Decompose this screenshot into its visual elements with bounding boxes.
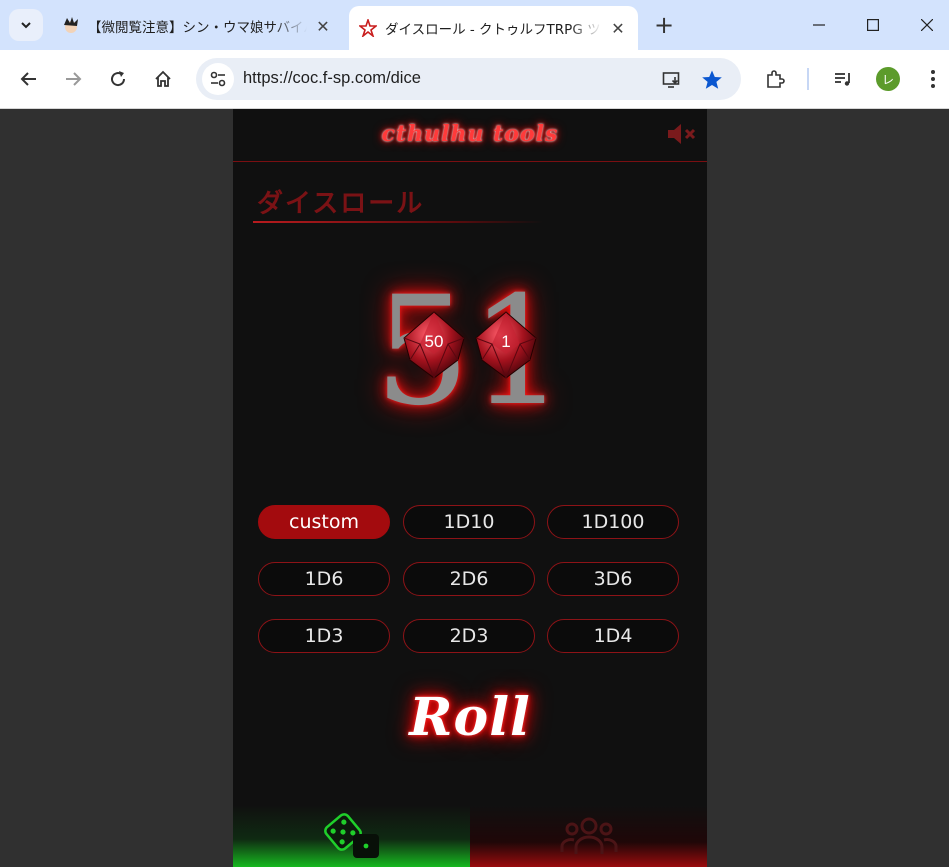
media-controls-button[interactable] xyxy=(828,64,858,94)
reload-button[interactable] xyxy=(103,64,133,94)
close-icon[interactable]: ✕ xyxy=(608,18,628,38)
chevron-down-icon xyxy=(21,22,31,29)
install-icon xyxy=(662,72,680,88)
page-title: ダイスロール xyxy=(257,189,425,219)
page-viewport: cthulhu tools ダイスロール 51 50 1 custom 1D10… xyxy=(0,109,949,867)
maximize-button[interactable] xyxy=(853,10,893,40)
tab-title: 【微閲覧注意】シン・ウマ娘サバイバル xyxy=(88,20,307,36)
back-button[interactable] xyxy=(14,64,44,94)
minimize-button[interactable] xyxy=(799,10,839,40)
tab-title: ダイスロール - クトゥルフTRPG ツール xyxy=(385,22,602,38)
address-bar[interactable]: https://coc.f-sp.com/dice xyxy=(196,58,741,100)
tab-search-button[interactable] xyxy=(9,9,43,41)
mute-button[interactable] xyxy=(665,120,699,148)
dice-button-1d3[interactable]: 1D3 xyxy=(258,619,390,653)
tab-strip: 【微閲覧注意】シン・ウマ娘サバイバル ✕ ダイスロール - クトゥルフTRPG … xyxy=(0,0,949,50)
forward-button[interactable] xyxy=(58,64,88,94)
reload-icon xyxy=(111,71,126,87)
queue-music-icon xyxy=(835,73,850,86)
d10-red-die-icon: 50 xyxy=(400,310,468,380)
dice-button-1d4[interactable]: 1D4 xyxy=(547,619,679,653)
group-icon xyxy=(560,817,617,854)
dice-button-3d6[interactable]: 3D6 xyxy=(547,562,679,596)
maximize-icon xyxy=(867,19,879,31)
dice-button-2d6[interactable]: 2D6 xyxy=(403,562,535,596)
extensions-button[interactable] xyxy=(760,64,790,94)
install-app-button[interactable] xyxy=(659,67,685,93)
menu-button[interactable] xyxy=(918,64,948,94)
home-button[interactable] xyxy=(148,64,178,94)
nav-dice-tab[interactable] xyxy=(233,805,470,867)
home-icon xyxy=(155,70,171,87)
roll-button[interactable]: Roll xyxy=(233,687,707,748)
nav-group-tab[interactable] xyxy=(470,805,707,867)
volume-mute-icon xyxy=(668,124,696,144)
dice-button-1d6[interactable]: 1D6 xyxy=(258,562,390,596)
dice-app: cthulhu tools ダイスロール 51 50 1 custom 1D10… xyxy=(233,109,707,867)
toolbar-separator xyxy=(807,68,809,90)
dice-button-1d100[interactable]: 1D100 xyxy=(547,505,679,539)
close-window-button[interactable] xyxy=(907,10,947,40)
dice-button-2d3[interactable]: 2D3 xyxy=(403,619,535,653)
close-icon[interactable]: ✕ xyxy=(313,16,333,36)
die-value: 50 xyxy=(424,332,444,351)
tab-inactive[interactable]: 【微閲覧注意】シン・ウマ娘サバイバル ✕ xyxy=(52,6,343,46)
profile-avatar[interactable]: レ xyxy=(876,67,900,91)
arrow-right-icon xyxy=(66,72,82,86)
bottom-nav xyxy=(233,805,707,867)
new-tab-button[interactable]: + xyxy=(651,11,677,39)
minimize-icon xyxy=(813,24,825,26)
url-text[interactable]: https://coc.f-sp.com/dice xyxy=(243,69,421,88)
more-vert-icon xyxy=(931,70,935,88)
app-header: cthulhu tools xyxy=(233,109,707,162)
dice-button-custom[interactable]: custom xyxy=(258,505,390,539)
dice-icon xyxy=(323,813,379,858)
close-icon xyxy=(921,19,933,31)
star-filled-icon xyxy=(702,70,722,89)
tune-icon xyxy=(210,71,226,87)
d10-red-die-icon: 1 xyxy=(472,310,540,380)
die-value: 1 xyxy=(501,332,511,351)
site-info-button[interactable] xyxy=(202,63,234,95)
browser-toolbar: https://coc.f-sp.com/dice レ xyxy=(0,50,949,109)
arrow-left-icon xyxy=(20,72,36,86)
anime-character-favicon-icon xyxy=(62,17,80,35)
bookmark-button[interactable] xyxy=(699,67,725,93)
tab-active[interactable]: ダイスロール - クトゥルフTRPG ツール ✕ xyxy=(349,6,638,50)
title-underline xyxy=(253,221,543,223)
puzzle-icon xyxy=(767,70,785,88)
site-logo[interactable]: cthulhu tools xyxy=(233,121,707,147)
roll-result: 51 xyxy=(374,265,566,439)
dice-button-1d10[interactable]: 1D10 xyxy=(403,505,535,539)
cthulhu-star-favicon-icon xyxy=(359,19,377,37)
